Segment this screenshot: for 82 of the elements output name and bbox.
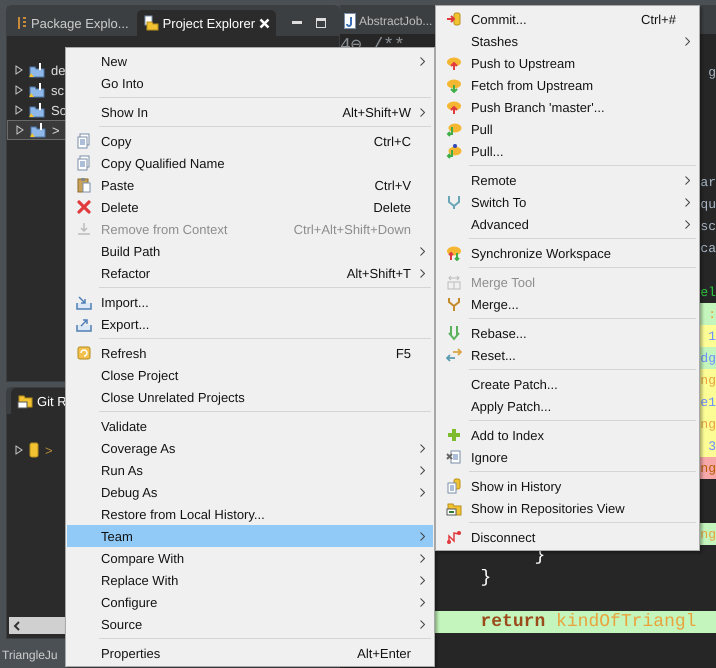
menu-item-label: Synchronize Workspace: [471, 246, 611, 260]
menu-item-label: Coverage As: [101, 440, 176, 456]
menu-item-label: Copy: [101, 134, 132, 148]
menu-item-label: Remote: [471, 172, 517, 188]
menu-item-label: Rebase...: [471, 326, 527, 340]
menu-item-label: Close Project: [101, 368, 178, 382]
menu-item-label: Import...: [101, 294, 149, 310]
tab-label: Package Explo...: [31, 16, 129, 30]
menu-item-label: Replace With: [101, 572, 178, 588]
code-line: dg: [700, 350, 716, 366]
shortcut-label: Alt+Shift+W: [342, 104, 411, 120]
shortcut-label: Alt+Shift+T: [346, 266, 411, 280]
menu-item-label: Switch To: [471, 194, 526, 210]
menu-item-label: Configure: [101, 594, 158, 610]
menu-item-label: Ignore: [471, 450, 508, 464]
tree-label: sc: [51, 82, 64, 98]
code-line: ng: [700, 460, 716, 476]
menu-item-label: Paste: [101, 178, 134, 192]
menu-item-label: Pull: [471, 122, 493, 136]
code-line: return kindOfTriangl: [480, 612, 696, 632]
menu-item-label: Reset...: [471, 348, 516, 362]
tree-label: de: [51, 62, 66, 78]
tab-label: AbstractJob...: [359, 14, 432, 28]
code-line: qu: [700, 196, 716, 212]
code-line: sc: [700, 218, 716, 234]
menu-item-label: Copy Qualified Name: [101, 156, 225, 170]
code-line: ar: [700, 174, 716, 190]
menu-item-label: Stashes: [471, 34, 518, 48]
menu-item-label: Team: [101, 528, 133, 544]
menu-item-label: Show in History: [471, 478, 562, 494]
code-line: ng: [700, 416, 716, 432]
menu-item-label: Export...: [101, 316, 150, 332]
menu-item-label: Commit...: [471, 12, 527, 26]
code-line: :: [708, 306, 716, 322]
tree-label: >: [52, 122, 60, 138]
menu-item-label: Debug As: [101, 484, 158, 500]
menu-item-label: Apply Patch...: [471, 398, 552, 414]
tab-label: Project Explorer: [162, 16, 256, 30]
menu-item-label: Properties: [101, 646, 160, 660]
menu-item-label: Restore from Local History...: [101, 506, 265, 522]
shortcut-label: Ctrl+C: [374, 134, 411, 148]
menu-item-label: Source: [101, 616, 142, 632]
shortcut-label: Ctrl+V: [374, 178, 411, 192]
menu-item-label: Build Path: [101, 244, 160, 258]
code-line: g: [708, 64, 716, 80]
menu-item-label: Merge Tool: [471, 274, 536, 290]
menu-item-label: Merge...: [471, 296, 519, 312]
menu-item-label: Show in Repositories View: [471, 500, 625, 516]
code-line: e1: [700, 394, 716, 410]
code-line: }: [480, 568, 492, 588]
menu-item-label: Disconnect: [471, 530, 536, 544]
code-line: ca: [700, 240, 716, 256]
code-line: 3: [708, 438, 716, 454]
menu-item-label: Remove from Context: [101, 222, 228, 236]
menu-item-label: Close Unrelated Projects: [101, 390, 245, 404]
menu-item-label: Show In: [101, 104, 148, 120]
shortcut-label: Ctrl+#: [640, 12, 676, 26]
status-text: TriangleJu: [2, 647, 58, 662]
tree-label: >: [45, 442, 53, 458]
menu-item-label: New: [101, 54, 128, 68]
menu-item-label: Add to Index: [471, 428, 544, 442]
shortcut-label: Alt+Enter: [357, 646, 411, 660]
menu-item-label: Validate: [101, 418, 148, 434]
menu-item-label: Fetch from Upstream: [471, 78, 594, 92]
menu-item-label: Create Patch...: [471, 376, 558, 392]
code-line: ng: [700, 372, 716, 388]
menu-item-label: Advanced: [471, 216, 529, 232]
menu-item-label: Run As: [101, 462, 143, 478]
menu-item-label: Push to Upstream: [471, 56, 576, 70]
code-line: el: [700, 284, 716, 300]
code-line: ng: [700, 526, 716, 542]
code-line: 1: [708, 328, 716, 344]
menu-item-label: Compare With: [101, 550, 184, 566]
shortcut-label: Ctrl+Alt+Shift+Down: [294, 222, 411, 236]
menu-item-label: Refactor: [101, 266, 150, 280]
menu-item-label: Refresh: [101, 346, 147, 360]
menu-item-label: Push Branch 'master'...: [471, 100, 605, 114]
shortcut-label: F5: [396, 346, 411, 360]
menu-item-label: Delete: [101, 200, 139, 214]
shortcut-label: Delete: [373, 200, 411, 214]
menu-item-label: Pull...: [471, 144, 504, 158]
menu-item-label: Go Into: [101, 76, 144, 90]
